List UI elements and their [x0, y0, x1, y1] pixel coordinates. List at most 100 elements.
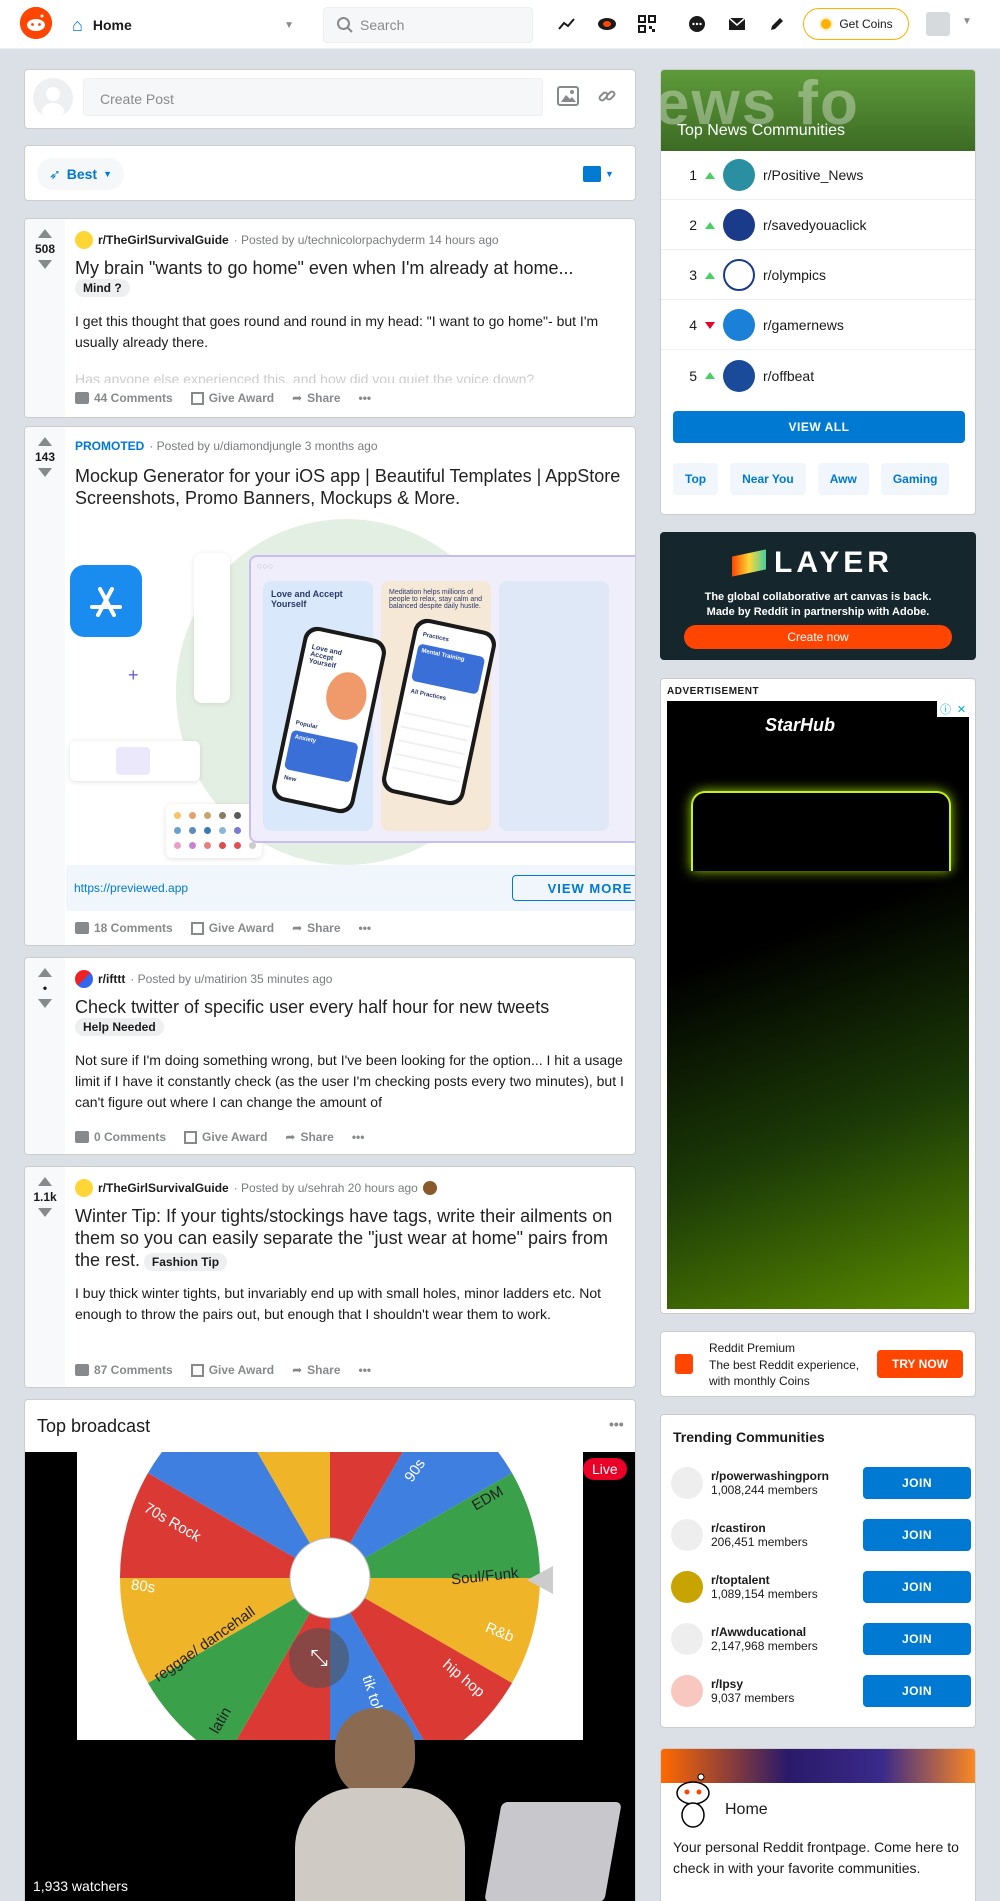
share-button[interactable]: ➦ Share — [292, 1363, 340, 1377]
join-button[interactable]: JOIN — [863, 1623, 971, 1655]
give-award-button[interactable]: Give Award — [190, 921, 274, 935]
subreddit-link[interactable]: r/ifttt — [98, 972, 125, 986]
community-name[interactable]: r/toptalent — [711, 1573, 851, 1587]
post-flair[interactable]: Fashion Tip — [143, 1253, 228, 1272]
coins-icon[interactable] — [596, 13, 618, 35]
downvote-icon[interactable] — [38, 1208, 52, 1217]
broadcast-video[interactable]: 70s Rock 80s reggae/ dancehall latin tik… — [25, 1452, 635, 1901]
view-toggle[interactable]: ▼ — [583, 166, 614, 182]
more-options-icon[interactable]: ••• — [359, 391, 372, 405]
give-award-button[interactable]: Give Award — [190, 391, 274, 405]
more-options-icon[interactable]: ••• — [609, 1416, 624, 1432]
create-post-placeholder: Create Post — [100, 91, 174, 107]
tag-button[interactable]: Near You — [730, 463, 806, 495]
ad-image[interactable]: + ○○○ Love and Accept Yourself Meditatio… — [66, 519, 635, 865]
vote-column: 143 — [25, 427, 65, 945]
community-row[interactable]: 4 r/gamernews — [661, 301, 975, 350]
post-title[interactable]: Check twitter of specific user every hal… — [75, 997, 549, 1017]
trending-row[interactable]: r/Awwducational 2,147,968 members JOIN — [671, 1613, 971, 1665]
post-title[interactable]: My brain "wants to go home" even when I'… — [75, 258, 573, 278]
more-options-icon[interactable]: ••• — [352, 1130, 365, 1144]
comments-button[interactable]: 87 Comments — [75, 1363, 173, 1377]
app-store-icon — [70, 565, 142, 637]
post-flair[interactable]: Mind ? — [75, 279, 130, 298]
post-title[interactable]: Mockup Generator for your iOS app | Beau… — [75, 465, 625, 509]
tag-button[interactable]: Top — [673, 463, 719, 495]
pencil-icon[interactable] — [766, 13, 788, 35]
spin-wheel: 70s Rock 80s reggae/ dancehall latin tik… — [77, 1452, 583, 1740]
upvote-icon[interactable] — [38, 229, 52, 238]
view-more-button[interactable]: VIEW MORE — [512, 875, 635, 901]
post-card[interactable]: 508 r/TheGirlSurvivalGuide · Posted by u… — [24, 218, 636, 418]
ad-choices-icon[interactable]: ⓘ ✕ — [937, 701, 969, 717]
community-name[interactable]: r/powerwashingporn — [711, 1469, 851, 1483]
home-dropdown[interactable]: ⌂ Home ▼ — [72, 11, 294, 39]
try-now-button[interactable]: TRY NOW — [877, 1350, 963, 1378]
user-avatar[interactable] — [926, 12, 950, 36]
get-coins-button[interactable]: Get Coins — [803, 8, 909, 40]
trending-row[interactable]: r/powerwashingporn 1,008,244 members JOI… — [671, 1457, 971, 1509]
community-name[interactable]: r/savedyouaclick — [763, 217, 867, 233]
tag-button[interactable]: Aww — [817, 463, 869, 495]
layer-ad[interactable]: LAYER The global collaborative art canva… — [660, 532, 976, 660]
create-now-button[interactable]: Create now — [684, 625, 952, 649]
create-post-input[interactable]: Create Post — [83, 78, 543, 116]
downvote-icon[interactable] — [38, 468, 52, 477]
trending-icon[interactable] — [556, 13, 578, 35]
community-row[interactable]: 5 r/offbeat — [661, 351, 975, 400]
upvote-icon[interactable] — [38, 1177, 52, 1186]
subreddit-link[interactable]: r/TheGirlSurvivalGuide — [98, 1181, 229, 1195]
community-name[interactable]: r/Awwducational — [711, 1625, 851, 1639]
mail-icon[interactable] — [726, 13, 748, 35]
downvote-icon[interactable] — [38, 999, 52, 1008]
subreddit-link[interactable]: r/TheGirlSurvivalGuide — [98, 233, 229, 247]
user-menu-chevron-icon[interactable]: ▼ — [962, 16, 972, 27]
sort-best-button[interactable]: ➶ Best ▼ — [37, 158, 125, 190]
community-name[interactable]: r/castiron — [711, 1521, 851, 1535]
view-all-button[interactable]: VIEW ALL — [673, 411, 965, 443]
give-award-button[interactable]: Give Award — [184, 1130, 267, 1144]
community-row[interactable]: 3 r/olympics — [661, 251, 975, 300]
comments-button[interactable]: 0 Comments — [75, 1130, 166, 1144]
post-card[interactable]: 1.1k r/TheGirlSurvivalGuide · Posted by … — [24, 1166, 636, 1388]
chevron-down-icon: ▼ — [605, 169, 614, 179]
trending-row[interactable]: r/Ipsy 9,037 members JOIN — [671, 1665, 971, 1717]
community-name[interactable]: r/gamernews — [763, 317, 844, 333]
share-button[interactable]: ➦ Share — [292, 921, 340, 935]
tag-button[interactable]: Gaming — [880, 463, 950, 495]
upvote-icon[interactable] — [38, 968, 52, 977]
join-button[interactable]: JOIN — [863, 1467, 971, 1499]
downvote-icon[interactable] — [38, 260, 52, 269]
community-name[interactable]: r/Positive_News — [763, 167, 863, 183]
upvote-icon[interactable] — [38, 437, 52, 446]
post-flair[interactable]: Help Needed — [75, 1018, 164, 1037]
qr-code-icon[interactable] — [636, 13, 658, 35]
more-options-icon[interactable]: ••• — [359, 921, 372, 935]
community-row[interactable]: 1 r/Positive_News — [661, 151, 975, 200]
give-award-button[interactable]: Give Award — [190, 1363, 274, 1377]
expand-icon[interactable]: ⤡ — [289, 1628, 349, 1688]
search-input[interactable]: Search — [323, 7, 533, 43]
join-button[interactable]: JOIN — [863, 1519, 971, 1551]
reddit-logo-icon[interactable] — [20, 7, 52, 39]
starhub-ad[interactable]: StarHub ⓘ ✕ — [667, 701, 969, 1309]
comments-button[interactable]: 44 Comments — [75, 391, 173, 405]
more-options-icon[interactable]: ••• — [359, 1363, 372, 1377]
community-name[interactable]: r/offbeat — [763, 368, 814, 384]
community-name[interactable]: r/olympics — [763, 267, 826, 283]
share-button[interactable]: ➦ Share — [292, 391, 340, 405]
post-card[interactable]: • r/ifttt · Posted by u/matirion 35 minu… — [24, 957, 636, 1155]
promoted-post-card[interactable]: 143 PROMOTED · Posted by u/diamondjungle… — [24, 426, 636, 946]
trending-row[interactable]: r/castiron 206,451 members JOIN — [671, 1509, 971, 1561]
community-name[interactable]: r/Ipsy — [711, 1677, 851, 1691]
share-button[interactable]: ➦ Share — [285, 1130, 333, 1144]
trending-row[interactable]: r/toptalent 1,089,154 members JOIN — [671, 1561, 971, 1613]
join-button[interactable]: JOIN — [863, 1675, 971, 1707]
ad-link[interactable]: https://previewed.app — [74, 881, 188, 895]
chat-icon[interactable] — [686, 13, 708, 35]
image-icon[interactable] — [557, 86, 579, 109]
join-button[interactable]: JOIN — [863, 1571, 971, 1603]
link-icon[interactable] — [597, 86, 617, 109]
comments-button[interactable]: 18 Comments — [75, 921, 173, 935]
community-row[interactable]: 2 r/savedyouaclick — [661, 201, 975, 250]
